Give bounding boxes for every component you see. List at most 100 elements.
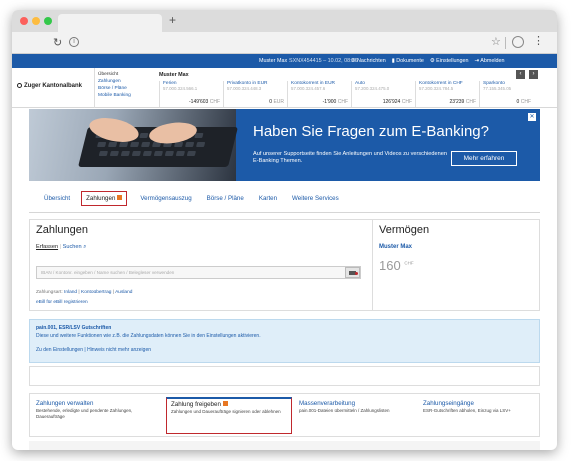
- notice-links: Zu den Einstellungen | Hinweis nicht meh…: [36, 347, 151, 353]
- messages-label: Nachrichten: [357, 58, 386, 64]
- browser-tab[interactable]: [58, 14, 162, 32]
- service-description: Bestehende, erledigte und pendente Zahlu…: [36, 408, 133, 419]
- chevron-right-icon[interactable]: ›: [529, 70, 538, 79]
- account-tile[interactable]: Privatkonto in EUR 57.000.324.448.3 0 EU…: [223, 81, 287, 107]
- recipient-search-input[interactable]: IBAN / Kontonr. eingeben / Name suchen /…: [36, 266, 361, 279]
- assets-owner[interactable]: Muster Max: [379, 244, 412, 250]
- balance-value: -149'603: [189, 99, 209, 105]
- account-header: Zuger Kantonalbank Übersicht Zahlungen B…: [12, 68, 557, 108]
- browser-menu-icon[interactable]: ⋮: [533, 34, 544, 47]
- assets-value: 160 CHF: [379, 258, 414, 273]
- account-tile[interactable]: Ferien 57.000.324.566.1 -149'603 CHF: [159, 81, 223, 107]
- account-tile[interactable]: Auto 57.200.324.475.0 126'924 CHF: [351, 81, 415, 107]
- balance-currency: EUR: [273, 99, 284, 105]
- balance-currency: CHF: [465, 99, 476, 105]
- account-tile[interactable]: Kontokorrent in CHF 57.200.324.784.5 23'…: [415, 81, 479, 107]
- tab-stock[interactable]: Börse / Pläne: [205, 191, 246, 206]
- tab-more-services[interactable]: Weitere Services: [290, 191, 341, 206]
- screenshot-stage: + ↻ i ☆ ⋮ Muster Max SXNX454415 – 10.02,…: [0, 0, 574, 461]
- utility-links: ✉ Nachrichten ▮ Dokumente ⚙ Einstellunge…: [351, 58, 505, 64]
- notification-badge-icon: [222, 401, 228, 406]
- info-icon[interactable]: i: [69, 37, 79, 47]
- settings-link[interactable]: Zu den Einstellungen: [36, 347, 83, 353]
- documents-label: Dokumente: [396, 58, 424, 64]
- close-icon[interactable]: ✕: [528, 113, 536, 121]
- documents-link[interactable]: ▮ Dokumente: [392, 58, 424, 64]
- hide-notice-link[interactable]: Hinweis nicht mehr anzeigen: [87, 347, 151, 353]
- quick-nav-stock[interactable]: Börse / Pläne: [98, 86, 153, 91]
- quick-nav-overview[interactable]: Übersicht: [98, 72, 153, 77]
- payment-types: Zahlungsart: Inland | Kontoübertrag | Au…: [36, 290, 133, 295]
- tab-assets[interactable]: Vermögensauszug: [138, 191, 193, 206]
- bookmark-star-icon[interactable]: ☆: [491, 35, 501, 48]
- payment-services: Zahlungen verwalten Bestehende, erledigt…: [29, 393, 540, 437]
- logout-label: Abmelden: [480, 58, 505, 64]
- ebill-register-link[interactable]: eBill für eBill registrieren: [36, 300, 88, 305]
- tab-overview[interactable]: Übersicht: [42, 191, 72, 206]
- account-number: 57.000.324.457.6: [291, 86, 326, 91]
- account-balance: 0 CHF: [517, 99, 531, 105]
- account-scroll: ‹ ›: [516, 70, 538, 79]
- payment-type-transfer[interactable]: Kontoübertrag: [81, 290, 111, 295]
- learn-more-button[interactable]: Mehr erfahren: [451, 151, 517, 166]
- account-balance: 0 EUR: [269, 99, 284, 105]
- close-window-icon[interactable]: [20, 17, 28, 25]
- account-balance: 23'239 CHF: [449, 99, 476, 105]
- balance-value: 23'239: [449, 99, 465, 105]
- account-owner: Muster Max: [159, 72, 189, 78]
- empty-section: [29, 366, 540, 386]
- settings-link[interactable]: ⚙ Einstellungen: [430, 58, 469, 64]
- logout-link[interactable]: ⇥ Abmelden: [475, 58, 505, 64]
- minimize-window-icon[interactable]: [32, 17, 40, 25]
- scanner-light-icon: [355, 272, 358, 275]
- tab-payments[interactable]: Zahlungen: [81, 191, 128, 206]
- tab-payments-label: Zahlungen: [86, 195, 116, 202]
- payment-type-abroad[interactable]: Ausland: [115, 290, 132, 295]
- info-notice: pain.001, ESR/LSV Gutschriften Diese und…: [29, 319, 540, 363]
- new-tab-button[interactable]: +: [169, 13, 176, 27]
- page-footer-gap: [29, 441, 540, 450]
- tab-search[interactable]: Suchen ⌕: [63, 244, 87, 250]
- main-nav: Übersicht Zahlungen Vermögensauszug Börs…: [42, 191, 352, 206]
- quick-nav: Übersicht Zahlungen Börse / Pläne Mobile…: [94, 68, 156, 108]
- tab-cards[interactable]: Karten: [257, 191, 279, 206]
- service-release-payment[interactable]: Zahlung freigeben Zahlungen und Dauerauf…: [166, 397, 292, 434]
- chevron-left-icon[interactable]: ‹: [516, 70, 525, 79]
- account-balance: -1'900 CHF: [323, 99, 348, 105]
- reload-icon[interactable]: ↻: [53, 36, 62, 49]
- balance-currency: CHF: [401, 99, 412, 105]
- service-description: ESR-Gutschriften abholen, Einzug via LSV…: [423, 408, 511, 413]
- account-number: 57.000.324.448.3: [227, 86, 262, 91]
- service-title: Massenverarbeitung: [299, 400, 356, 407]
- search-icon: ⌕: [83, 244, 87, 250]
- payment-type-domestic[interactable]: Inland: [64, 290, 77, 295]
- service-description: pain.001-Dateien übermitteln / Zahlungsl…: [299, 408, 390, 413]
- banner-text: Auf unserer Supportseite finden Sie Anle…: [253, 151, 447, 164]
- maximize-window-icon[interactable]: [44, 17, 52, 25]
- service-title: Zahlung freigeben: [171, 401, 287, 408]
- browser-tabbar: +: [12, 10, 557, 32]
- messages-link[interactable]: ✉ Nachrichten: [351, 58, 386, 64]
- bank-logo[interactable]: Zuger Kantonalbank: [17, 83, 82, 89]
- quick-nav-payments[interactable]: Zahlungen: [98, 79, 153, 84]
- notification-badge-icon: [117, 195, 123, 200]
- panel-divider: [372, 220, 373, 310]
- service-title: Zahlungen verwalten: [36, 400, 94, 407]
- balance-currency: CHF: [209, 99, 220, 105]
- quick-nav-mobile[interactable]: Mobile Banking: [98, 93, 153, 98]
- service-incoming-payments[interactable]: Zahlungseingänge ESR-Gutschriften abhole…: [423, 400, 535, 414]
- payment-types-label: Zahlungsart:: [36, 290, 63, 295]
- account-tile[interactable]: Kontokorrent in EUR 57.000.324.457.6 -1'…: [287, 81, 351, 107]
- session-info: SXNX454415 – 10.02, 08:36: [289, 58, 358, 64]
- account-tile[interactable]: Sparkonto 77.155.345.05 0 CHF: [479, 81, 534, 107]
- profile-icon[interactable]: [512, 36, 524, 48]
- tab-capture[interactable]: Erfassen: [36, 244, 58, 250]
- banner-headline: Haben Sie Fragen zum E-Banking?: [253, 123, 489, 140]
- service-manage-payments[interactable]: Zahlungen verwalten Bestehende, erledigt…: [36, 400, 162, 420]
- payments-title: Zahlungen: [36, 224, 88, 236]
- service-bulk-processing[interactable]: Massenverarbeitung pain.001-Dateien über…: [299, 400, 417, 414]
- support-banner: Haben Sie Fragen zum E-Banking? Auf unse…: [29, 109, 540, 181]
- payments-tabs: Erfassen | Suchen ⌕: [36, 244, 86, 251]
- assets-amount: 160: [379, 258, 401, 273]
- scanner-button[interactable]: [345, 267, 360, 278]
